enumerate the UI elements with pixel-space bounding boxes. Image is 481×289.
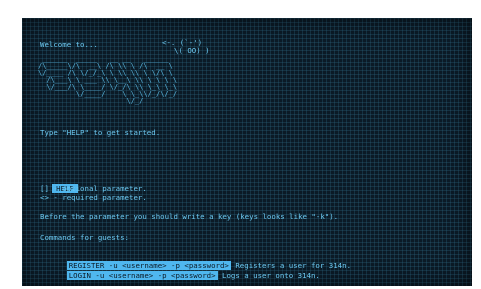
type-help-instruction: Type "HELP" to get started. [40, 128, 161, 137]
optional-param-legend: [] - optional parameter. [40, 184, 147, 193]
key-hint-text: Before the parameter you should write a … [40, 212, 339, 221]
ascii-face-line2: \( OO) ) [174, 46, 210, 55]
ascii-logo-314n: ______ _____ __ __ ______ /\_____\/\ __\… [38, 55, 178, 105]
terminal-window[interactable]: Welcome to... <-. (`-') \( OO) ) ______ … [22, 18, 472, 286]
login-command: LOGIN -u <username> -p <password> [66, 271, 218, 280]
guest-commands-heading: Commands for guests: [40, 233, 129, 242]
login-description: Logs a user onto 314n. [217, 271, 320, 280]
welcome-text: Welcome to... [40, 40, 98, 49]
screenshot-frame: Welcome to... <-. (`-') \( OO) ) ______ … [0, 0, 481, 289]
required-param-legend: <> - required parameter. [40, 193, 147, 202]
command-row-login: LOGIN -u <username> -p <password> Logs a… [40, 262, 320, 289]
